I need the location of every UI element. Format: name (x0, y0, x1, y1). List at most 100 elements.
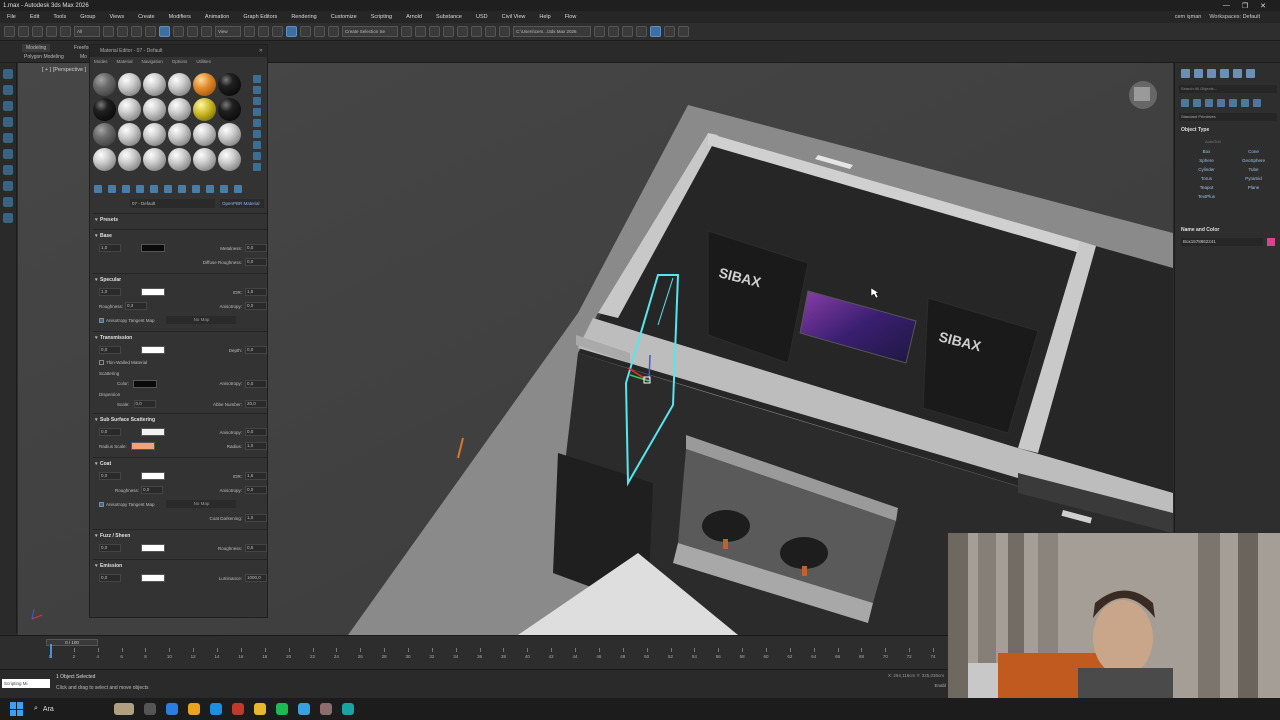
menu-file[interactable]: File (0, 14, 23, 20)
emission-header[interactable]: Emission (93, 562, 267, 571)
edge-icon[interactable] (166, 703, 178, 715)
ribbon-tab-modeling[interactable]: Modeling (22, 44, 51, 52)
windows-start-icon[interactable] (10, 702, 24, 716)
explorer-xrefs-icon[interactable] (3, 197, 13, 207)
maximize-button[interactable]: ❐ (1242, 2, 1248, 10)
browser-icon[interactable] (210, 703, 222, 715)
reference-coordinate-dropdown[interactable]: View (215, 26, 241, 37)
scatter-anisotropy-spinner[interactable]: 0,0 (245, 379, 267, 388)
time-slider[interactable]: 0 / 100 (46, 639, 98, 646)
schematic-view-icon[interactable] (485, 26, 496, 37)
file-explorer-icon[interactable] (254, 703, 266, 715)
menu-civil-view[interactable]: Civil View (495, 14, 533, 20)
box-button[interactable]: Box (1183, 149, 1230, 154)
tube-button[interactable]: Tube (1230, 167, 1277, 172)
object-color-swatch[interactable] (1267, 238, 1275, 246)
sss-weight-spinner[interactable]: 0,0 (99, 428, 121, 436)
spotify-icon[interactable] (276, 703, 288, 715)
me-menu-material[interactable]: Material (117, 59, 133, 64)
fuzz-roughness-spinner[interactable]: 0,5 (245, 544, 267, 552)
sample-slot-21[interactable] (143, 148, 166, 171)
menu-edit[interactable]: Edit (23, 14, 46, 20)
emission-color-swatch[interactable] (141, 574, 165, 582)
make-unique-icon[interactable] (164, 185, 172, 193)
scale-spinner[interactable]: 0,0 (133, 400, 156, 408)
base-color-swatch[interactable] (141, 244, 165, 252)
sample-slot-7[interactable] (93, 98, 116, 121)
modify-tab-icon[interactable] (1194, 69, 1203, 78)
render-production-icon[interactable] (622, 26, 633, 37)
menu-customize[interactable]: Customize (324, 14, 364, 20)
user-account[interactable]: cem işman (1175, 14, 1202, 20)
explorer-groups-icon[interactable] (3, 181, 13, 191)
viewport-label[interactable]: [ + ] [Perspective ] (42, 67, 86, 73)
thin-walled-checkbox[interactable] (99, 360, 104, 365)
roughness-spinner[interactable]: 0,3 (125, 302, 148, 310)
link-icon[interactable] (32, 26, 43, 37)
menu-graph-editors[interactable]: Graph Editors (236, 14, 284, 20)
selection-filter-dropdown[interactable]: All (74, 26, 100, 37)
app-icon[interactable] (320, 703, 332, 715)
sample-slot-20[interactable] (118, 148, 141, 171)
sample-slot-9[interactable] (143, 98, 166, 121)
unlink-icon[interactable] (46, 26, 57, 37)
render-iterative-icon[interactable] (636, 26, 647, 37)
sample-slot-14[interactable] (118, 123, 141, 146)
menu-create[interactable]: Create (131, 14, 162, 20)
explorer-cameras-icon[interactable] (3, 133, 13, 143)
sample-slot-2[interactable] (118, 73, 141, 96)
create-tab-icon[interactable] (1181, 69, 1190, 78)
specular-header[interactable]: Specular (93, 276, 267, 285)
taskbar-search[interactable]: ⌕ Ara (34, 705, 104, 713)
abbe-spinner[interactable]: 20,0 (245, 400, 267, 408)
emission-weight-spinner[interactable]: 0,0 (99, 574, 121, 582)
explorer-filter-icon[interactable] (3, 69, 13, 79)
menu-flow[interactable]: Flow (558, 14, 584, 20)
material-editor-icon[interactable] (499, 26, 510, 37)
uv-tiling-icon[interactable] (253, 108, 261, 116)
depth-spinner[interactable]: 0,0 (245, 346, 267, 354)
coat-anisotropy-spinner[interactable]: 0,0 (245, 486, 267, 494)
transmission-color-swatch[interactable] (141, 346, 165, 354)
telegram-icon[interactable] (298, 703, 310, 715)
redo-icon[interactable] (18, 26, 29, 37)
sample-slot-13[interactable] (93, 123, 116, 146)
lights-icon[interactable] (1205, 99, 1213, 107)
tangent-map-checkbox[interactable] (99, 317, 104, 323)
pivot-center-icon[interactable] (244, 26, 255, 37)
motion-tab-icon[interactable] (1220, 69, 1229, 78)
menu-views[interactable]: Views (103, 14, 132, 20)
explorer-helpers-icon[interactable] (3, 149, 13, 159)
geometry-icon[interactable] (1181, 99, 1189, 107)
sample-slot-17[interactable] (193, 123, 216, 146)
luminance-spinner[interactable]: 1000,0 (245, 574, 267, 582)
keyboard-shortcut-override-icon[interactable] (258, 26, 269, 37)
ribbon-toggle-icon[interactable] (457, 26, 468, 37)
get-material-icon[interactable] (94, 185, 102, 193)
make-preview-icon[interactable] (253, 130, 261, 138)
track-bar[interactable]: 0246810121416182022242628303234363840424… (49, 644, 945, 666)
menu-group[interactable]: Group (73, 14, 102, 20)
render-in-cloud-icon[interactable] (664, 26, 675, 37)
coordinate-display[interactable]: X: 264,116cm Y: 325,036cm (888, 673, 944, 678)
shapes-icon[interactable] (1193, 99, 1201, 107)
explorer-spacewarps-icon[interactable] (3, 165, 13, 175)
viewcube-face[interactable] (1134, 87, 1150, 101)
cylinder-button[interactable]: Cylinder (1183, 167, 1230, 172)
ior-spinner[interactable]: 1,5 (245, 288, 267, 296)
material-editor-close-icon[interactable]: ✕ (259, 48, 263, 54)
sample-slot-4[interactable] (168, 73, 191, 96)
minimize-button[interactable]: — (1223, 2, 1230, 10)
sample-slot-8[interactable] (118, 98, 141, 121)
spinner-snap-icon[interactable] (314, 26, 325, 37)
sample-slot-15[interactable] (143, 123, 166, 146)
me-menu-utilities[interactable]: Utilities (196, 59, 211, 64)
background-icon[interactable] (253, 97, 261, 105)
menu-help[interactable]: Help (532, 14, 557, 20)
sss-header[interactable]: Sub Surface Scattering (93, 416, 267, 425)
transmission-weight-spinner[interactable]: 0,0 (99, 346, 121, 354)
layer-explorer-icon[interactable] (443, 26, 454, 37)
sample-slot-3[interactable] (143, 73, 166, 96)
hierarchy-tab-icon[interactable] (1207, 69, 1216, 78)
menu-rendering[interactable]: Rendering (284, 14, 323, 20)
